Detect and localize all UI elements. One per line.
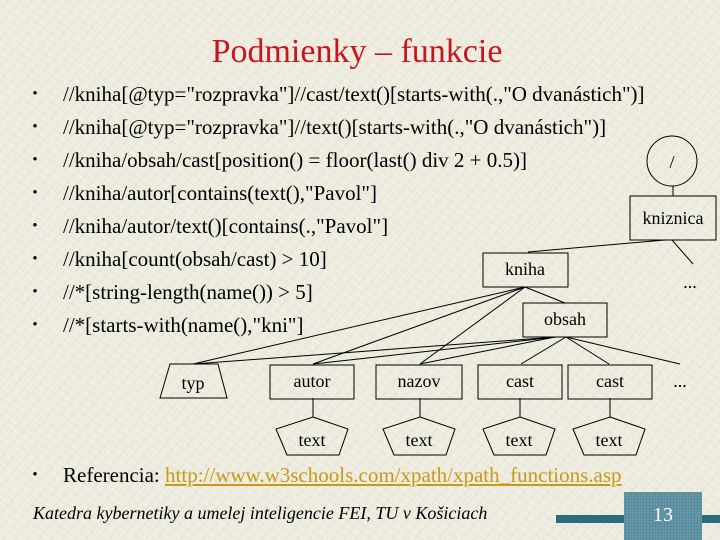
kniznica-node-label: kniznica	[643, 208, 704, 228]
text-node-label: text	[596, 430, 623, 450]
text-node-label: text	[406, 430, 433, 450]
typ-node-label: typ	[181, 373, 204, 393]
page-number: 13	[624, 492, 702, 540]
edge-kniha-typ	[192, 336, 557, 365]
autor-node-label: autor	[294, 371, 331, 391]
edge-kniha-obsah-line	[524, 286, 566, 304]
bullet-icon: •	[32, 467, 38, 483]
edge-obsah-more	[565, 336, 681, 365]
footer-department: Katedra kybernetiky a umelej inteligenci…	[33, 503, 488, 523]
edge-kniha-typ-line	[192, 286, 526, 365]
root-node-label: /	[669, 152, 674, 172]
kniha-node-label: kniha	[505, 259, 545, 279]
edge-kniznica-more	[671, 239, 694, 265]
reference-link[interactable]: http://www.w3schools.com/xpath/xpath_fun…	[165, 463, 622, 487]
obsah-more-label: ...	[673, 371, 687, 391]
reference-label: Referencia:	[63, 463, 166, 487]
edge-kniznica-kniha	[527, 239, 666, 253]
text-node-label: text	[506, 430, 533, 450]
kniznica-more-label: ...	[683, 272, 697, 292]
cast-node-label: cast	[596, 371, 624, 391]
obsah-node-label: obsah	[544, 309, 586, 329]
edge-kniha-nazov	[419, 336, 556, 365]
nazov-node-label: nazov	[398, 371, 441, 391]
reference-line: • Referencia: http://www.w3schools.com/xp…	[30, 459, 622, 492]
text-node-label: text	[299, 430, 326, 450]
cast-node-label: cast	[506, 371, 534, 391]
edge-kniha-nazov-line	[419, 286, 526, 365]
edge-obsah-cast1	[520, 336, 567, 365]
edge-obsah-cast2	[565, 336, 610, 365]
